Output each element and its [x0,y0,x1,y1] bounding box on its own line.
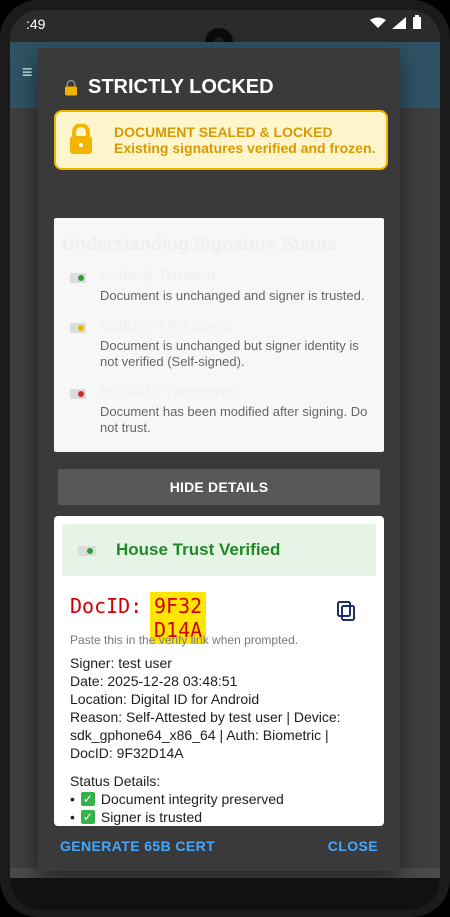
wifi-icon [370,16,386,32]
signal-icon [392,16,406,32]
date-line: Date: 2025-12-28 03:48:51 [70,673,238,689]
menu-icon: ≡ [22,62,33,82]
status-name: Validity Unknown [100,318,233,335]
status-desc: Document is unchanged but signer identit… [100,338,359,369]
unknown-icon [70,320,88,334]
status-name: Invalid / Tampered [100,384,240,401]
status-name: Valid & Trusted [100,268,216,285]
trust-badge-icon [78,542,98,558]
info-title: Understanding Signature Status [62,234,338,254]
dialog-actions: GENERATE 65B CERT CLOSE [38,838,400,870]
bullet: • [70,791,75,807]
sealed-subtitle: Existing signatures verified and frozen. [114,140,376,156]
phone-frame: :49 ≡ STRICTLY LOCKED DOCUMENT SEALED & … [0,0,450,917]
status-time: :49 [26,16,46,32]
sealed-texts: DOCUMENT SEALED & LOCKED Existing signat… [114,124,375,156]
bullet: • [70,809,75,825]
check-icon: ✓ [80,810,95,824]
docid-hint: Paste this in the verify link when promp… [70,633,299,647]
status-detail-item: • ✓ Document integrity preserved [70,790,284,808]
title-text: STRICTLY LOCKED [88,76,274,98]
trust-title: House Trust Verified [116,540,281,559]
status-detail-item: • ✓ Signer is trusted [70,808,284,826]
generate-65b-cert-button[interactable]: GENERATE 65B CERT [60,838,215,854]
padlock-icon [68,123,94,156]
gesture-bar [10,878,440,910]
lock-icon [62,79,80,97]
hide-details-label: HIDE DETAILS [169,479,269,495]
trust-banner: House Trust Verified [62,524,376,576]
device-screen: :49 ≡ STRICTLY LOCKED DOCUMENT SEALED & … [10,10,440,910]
valid-icon [70,270,88,284]
location-line: Location: Digital ID for Android [70,691,260,707]
hide-details-button[interactable]: HIDE DETAILS [58,469,380,505]
docid-label: DocID: [70,594,143,618]
status-desc: Document is unchanged and signer is trus… [100,288,365,303]
sealed-title: DOCUMENT SEALED & LOCKED [114,124,333,140]
status-icons [370,15,422,32]
sealed-locked-banner: DOCUMENT SEALED & LOCKED Existing signat… [54,110,388,170]
signature-status-info: Understanding Signature Status Valid & T… [54,218,384,452]
reason-line: Reason: Self-Attested by test user | Dev… [70,709,341,761]
status-details-title: Status Details: [70,773,161,789]
status-desc: Document has been modified after signing… [100,404,368,435]
status-details: Status Details: • ✓ Document integrity p… [70,772,284,826]
battery-icon [412,15,422,32]
copy-icon[interactable] [334,600,358,624]
signature-info: Signer: test user Date: 2025-12-28 03:48… [70,654,368,762]
status-detail-text: Document integrity preserved [100,791,284,807]
signature-dialog: STRICTLY LOCKED DOCUMENT SEALED & LOCKED… [38,48,400,871]
signer-line: Signer: test user [70,655,172,671]
dialog-title: STRICTLY LOCKED [62,76,274,99]
certificate-card: House Trust Verified DocID: 9F32 D14A Pa… [54,516,384,826]
status-detail-text: Signer is trusted [100,809,203,825]
status-bar: :49 [10,10,440,56]
close-button[interactable]: CLOSE [328,838,378,854]
invalid-icon [70,386,88,400]
check-icon: ✓ [80,792,95,806]
